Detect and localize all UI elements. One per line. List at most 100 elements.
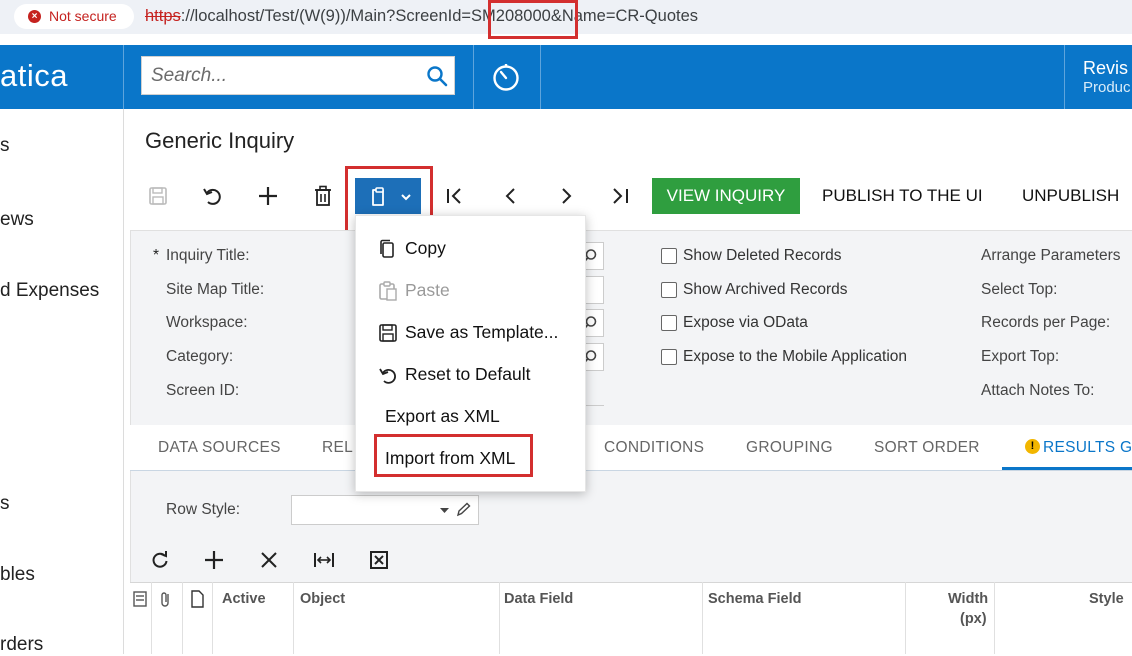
refresh-icon[interactable] <box>150 550 170 570</box>
search-icon[interactable] <box>426 65 448 87</box>
active-tab-indicator <box>1002 467 1132 470</box>
undo-icon[interactable] <box>201 185 223 207</box>
fit-columns-icon[interactable] <box>313 550 335 570</box>
column-active[interactable]: Active <box>222 591 266 607</box>
row-style-select[interactable] <box>291 495 479 525</box>
screen-id-label: Screen ID: <box>166 382 240 399</box>
row-style-label: Row Style: <box>166 501 241 518</box>
expose-odata-checkbox[interactable] <box>661 315 677 331</box>
header-divider <box>473 45 474 109</box>
export-excel-icon[interactable] <box>369 550 389 570</box>
header-divider <box>1064 45 1065 109</box>
workspace-label: Workspace: <box>166 314 248 331</box>
column-style[interactable]: Style <box>1089 591 1124 607</box>
pencil-icon[interactable] <box>455 502 471 518</box>
tab-conditions[interactable]: CONDITIONS <box>604 439 704 457</box>
url-path: ://localhost/Test/(W(9))/Main?ScreenId=S… <box>180 7 699 25</box>
paste-icon <box>378 281 398 301</box>
arrange-parameters-label: Arrange Parameters <box>981 247 1121 264</box>
column-schema-field[interactable]: Schema Field <box>708 591 801 607</box>
nav-item[interactable]: rders <box>0 634 43 656</box>
copy-icon <box>378 239 396 259</box>
unpublish-button[interactable]: UNPUBLISH <box>1022 186 1119 206</box>
nav-item[interactable]: d Expenses <box>0 280 99 302</box>
category-label: Category: <box>166 348 234 365</box>
delete-icon[interactable] <box>313 185 333 207</box>
menu-item-reset-default[interactable]: Reset to Default <box>356 355 587 395</box>
previous-record-icon[interactable] <box>501 186 521 206</box>
screen-id-highlight <box>488 0 578 39</box>
security-chip[interactable]: × Not secure <box>14 4 134 29</box>
inquiry-title-label: Inquiry Title: <box>166 247 250 264</box>
site-map-title-label: Site Map Title: <box>166 281 265 298</box>
header-divider <box>123 45 124 109</box>
expose-odata-label: Expose via OData <box>683 314 808 331</box>
column-data-field[interactable]: Data Field <box>504 591 573 607</box>
show-archived-label: Show Archived Records <box>683 281 848 298</box>
page-title: Generic Inquiry <box>145 128 295 153</box>
menu-item-label: Paste <box>405 280 450 300</box>
tab-data-sources[interactable]: DATA SOURCES <box>158 439 281 457</box>
menu-item-label: Save as Template... <box>405 322 559 342</box>
menu-item-copy[interactable]: Copy <box>356 229 587 269</box>
left-navigation: s ews d Expenses s bles rders <box>0 109 124 656</box>
nav-item[interactable]: ews <box>0 209 34 231</box>
app-header: atica Revis Produc <box>0 45 1132 109</box>
save-icon <box>378 323 398 343</box>
nav-item[interactable]: bles <box>0 564 35 586</box>
search-box <box>141 56 455 95</box>
header-divider <box>540 45 541 109</box>
column-width-unit: (px) <box>960 611 987 627</box>
url-text[interactable]: https://localhost/Test/(W(9))/Main?Scree… <box>145 7 698 26</box>
note-icon <box>190 590 204 608</box>
view-inquiry-button[interactable]: VIEW INQUIRY <box>652 178 800 214</box>
delete-row-icon[interactable] <box>259 550 279 570</box>
show-archived-checkbox[interactable] <box>661 282 677 298</box>
column-width[interactable]: Width <box>948 591 988 607</box>
show-deleted-label: Show Deleted Records <box>683 247 842 264</box>
first-record-icon[interactable] <box>445 186 465 206</box>
import-xml-highlight <box>374 434 533 477</box>
menu-item-paste[interactable]: Paste <box>356 271 587 311</box>
undo-icon <box>378 365 398 385</box>
nav-item[interactable]: s <box>0 135 10 157</box>
branch-subtitle: Produc <box>1083 79 1131 96</box>
tab-results-grid[interactable]: RESULTS G <box>1043 439 1132 457</box>
dropdown-arrow-icon <box>440 508 449 514</box>
tab-sort-order[interactable]: SORT ORDER <box>874 439 980 457</box>
search-input[interactable] <box>151 64 411 88</box>
records-per-page-label: Records per Page: <box>981 314 1111 331</box>
next-record-icon[interactable] <box>556 186 576 206</box>
tab-relations[interactable]: REL <box>322 439 353 457</box>
tab-grouping[interactable]: GROUPING <box>746 439 833 457</box>
menu-item-label: Reset to Default <box>405 364 531 384</box>
add-row-icon[interactable] <box>203 549 225 571</box>
menu-item-label: Copy <box>405 238 446 258</box>
menu-item-label: Export as XML <box>385 406 500 426</box>
show-deleted-checkbox[interactable] <box>661 248 677 264</box>
publish-to-ui-button[interactable]: PUBLISH TO THE UI <box>822 186 983 206</box>
nav-item[interactable]: s <box>0 493 10 515</box>
column-object[interactable]: Object <box>300 591 345 607</box>
select-top-label: Select Top: <box>981 281 1058 298</box>
expose-mobile-label: Expose to the Mobile Application <box>683 348 908 365</box>
export-top-label: Export Top: <box>981 348 1060 365</box>
url-protocol: https <box>145 7 181 25</box>
security-label: Not secure <box>49 8 117 24</box>
attachment-icon <box>159 590 173 608</box>
save-icon[interactable] <box>148 186 168 206</box>
warning-icon: × <box>28 10 41 23</box>
add-icon[interactable] <box>257 185 279 207</box>
attach-notes-label: Attach Notes To: <box>981 382 1095 399</box>
expose-mobile-checkbox[interactable] <box>661 349 677 365</box>
browser-address-bar: × Not secure https://localhost/Test/(W(9… <box>0 0 1132 39</box>
row-selector-icon <box>133 591 147 607</box>
logo[interactable]: atica <box>0 58 68 94</box>
menu-item-save-template[interactable]: Save as Template... <box>356 313 587 353</box>
timer-icon[interactable] <box>491 63 521 93</box>
menu-item-export-xml[interactable]: Export as XML <box>356 397 587 437</box>
required-mark: * <box>153 247 160 264</box>
last-record-icon[interactable] <box>610 186 630 206</box>
warning-icon: ! <box>1025 439 1040 454</box>
branch-name[interactable]: Revis <box>1083 58 1128 79</box>
